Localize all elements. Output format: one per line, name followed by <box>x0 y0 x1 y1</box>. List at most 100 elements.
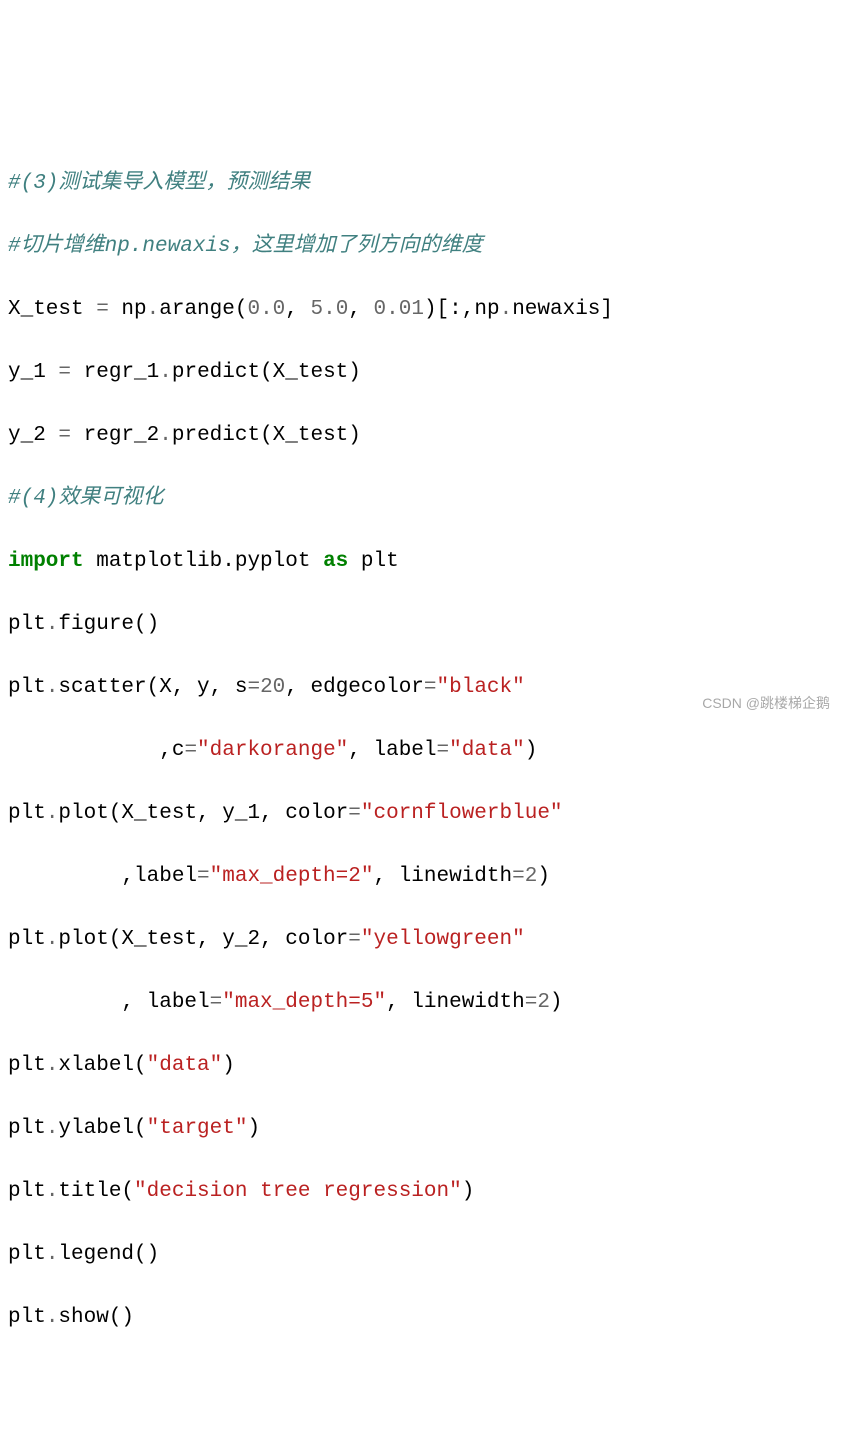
code-line-4: y_1 = regr_1.predict(X_test) <box>8 357 834 389</box>
comment: #(3)测试集导入模型，预测结果 <box>8 172 310 195</box>
code-text: regr_2 <box>71 424 159 447</box>
operator: . <box>46 676 59 699</box>
code-text: plot(X_test, y_2, color <box>58 928 348 951</box>
string: "cornflowerblue" <box>361 802 563 825</box>
number: 0.01 <box>374 298 424 321</box>
code-text: , linewidth <box>373 865 512 888</box>
operator: = <box>348 928 361 951</box>
string: "max_depth=5" <box>222 991 386 1014</box>
code-line-18: plt.legend() <box>8 1239 834 1271</box>
operator: . <box>46 928 59 951</box>
code-text: plt <box>8 1306 46 1329</box>
operator: . <box>147 298 160 321</box>
operator: . <box>46 802 59 825</box>
code-block: #(3)测试集导入模型，预测结果 #切片增维np.newaxis，这里增加了列方… <box>8 136 834 1365</box>
watermark: CSDN @跳楼梯企鹅 <box>702 693 830 714</box>
operator: = <box>58 424 71 447</box>
code-line-14: , label="max_depth=5", linewidth=2) <box>8 987 834 1019</box>
code-text: ,c <box>8 739 184 762</box>
keyword-as: as <box>323 550 348 573</box>
code-line-13: plt.plot(X_test, y_2, color="yellowgreen… <box>8 924 834 956</box>
code-text: regr_1 <box>71 361 159 384</box>
code-line-19: plt.show() <box>8 1302 834 1334</box>
operator: . <box>46 1180 59 1203</box>
operator: . <box>159 361 172 384</box>
code-text: ) <box>525 739 538 762</box>
operator: = <box>424 676 437 699</box>
code-text: , label <box>348 739 436 762</box>
code-line-8: plt.figure() <box>8 609 834 641</box>
operator: = <box>525 991 538 1014</box>
code-text: arange( <box>159 298 247 321</box>
string: "data" <box>147 1054 223 1077</box>
code-text: xlabel( <box>58 1054 146 1077</box>
code-line-11: plt.plot(X_test, y_1, color="cornflowerb… <box>8 798 834 830</box>
code-text: plt <box>8 676 46 699</box>
code-text: predict(X_test) <box>172 424 361 447</box>
operator: = <box>512 865 525 888</box>
code-line-15: plt.xlabel("data") <box>8 1050 834 1082</box>
code-line-5: y_2 = regr_2.predict(X_test) <box>8 420 834 452</box>
code-text: plt <box>8 1054 46 1077</box>
string: "target" <box>147 1117 248 1140</box>
code-text: plt <box>8 1243 46 1266</box>
operator: . <box>46 1054 59 1077</box>
number: 2 <box>525 865 538 888</box>
comment: #切片增维np.newaxis，这里增加了列方向的维度 <box>8 235 483 258</box>
code-line-1: #(3)测试集导入模型，预测结果 <box>8 168 834 200</box>
code-text: ) <box>550 991 563 1014</box>
code-text: y_1 <box>8 361 58 384</box>
code-text: matplotlib.pyplot <box>84 550 323 573</box>
operator: . <box>46 1306 59 1329</box>
code-text: plt <box>8 802 46 825</box>
code-text: plt <box>8 1180 46 1203</box>
number: 20 <box>260 676 285 699</box>
code-text: np <box>109 298 147 321</box>
code-line-10: ,c="darkorange", label="data") <box>8 735 834 767</box>
code-text: ) <box>247 1117 260 1140</box>
number: 5.0 <box>311 298 349 321</box>
code-text: , label <box>8 991 210 1014</box>
string: "max_depth=2" <box>210 865 374 888</box>
code-line-17: plt.title("decision tree regression") <box>8 1176 834 1208</box>
code-line-12: ,label="max_depth=2", linewidth=2) <box>8 861 834 893</box>
code-line-7: import matplotlib.pyplot as plt <box>8 546 834 578</box>
code-text: newaxis] <box>512 298 613 321</box>
code-text: predict(X_test) <box>172 361 361 384</box>
code-text: , linewidth <box>386 991 525 1014</box>
operator: = <box>247 676 260 699</box>
code-text: legend() <box>58 1243 159 1266</box>
operator: = <box>348 802 361 825</box>
number: 0.0 <box>247 298 285 321</box>
number: 2 <box>537 991 550 1014</box>
operator: = <box>184 739 197 762</box>
code-text: y_2 <box>8 424 58 447</box>
operator: . <box>500 298 513 321</box>
code-text: figure() <box>58 613 159 636</box>
operator: = <box>197 865 210 888</box>
code-text: , <box>285 298 310 321</box>
operator: . <box>46 1117 59 1140</box>
code-text: scatter(X, y, s <box>58 676 247 699</box>
operator: . <box>46 1243 59 1266</box>
code-text: plot(X_test, y_1, color <box>58 802 348 825</box>
string: "data" <box>449 739 525 762</box>
code-text: , edgecolor <box>285 676 424 699</box>
operator: = <box>210 991 223 1014</box>
code-line-2: #切片增维np.newaxis，这里增加了列方向的维度 <box>8 231 834 263</box>
code-line-3: X_test = np.arange(0.0, 5.0, 0.01)[:,np.… <box>8 294 834 326</box>
operator: = <box>58 361 71 384</box>
comment: #(4)效果可视化 <box>8 487 163 510</box>
code-line-16: plt.ylabel("target") <box>8 1113 834 1145</box>
code-text: ) <box>537 865 550 888</box>
code-text: show() <box>58 1306 134 1329</box>
operator: = <box>96 298 109 321</box>
string: "darkorange" <box>197 739 348 762</box>
code-text: , <box>348 298 373 321</box>
code-text: ) <box>222 1054 235 1077</box>
code-line-6: #(4)效果可视化 <box>8 483 834 515</box>
operator: = <box>437 739 450 762</box>
code-text: X_test <box>8 298 96 321</box>
code-text: ,label <box>8 865 197 888</box>
code-text: )[:,np <box>424 298 500 321</box>
